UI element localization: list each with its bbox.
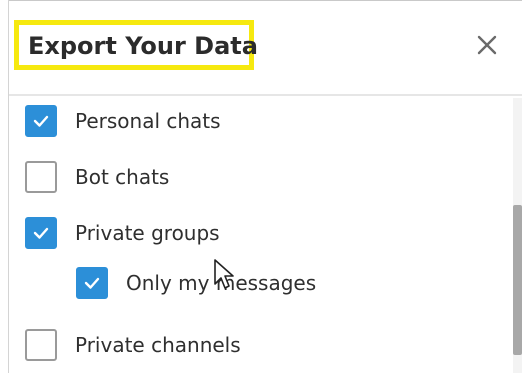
option-private-channels[interactable]: Private channels: [25, 327, 285, 363]
option-label: Bot chats: [75, 165, 170, 189]
option-only-my-messages[interactable]: Only my messages: [76, 265, 356, 301]
option-bot-chats[interactable]: Bot chats: [25, 159, 285, 195]
export-data-dialog: Export Your Data Personal chats Bot chat…: [0, 0, 522, 373]
checkbox-unchecked[interactable]: [25, 329, 57, 361]
scrollbar-thumb[interactable]: [513, 205, 522, 355]
checkmark-icon: [84, 277, 100, 289]
option-label: Personal chats: [75, 109, 221, 133]
dialog-title: Export Your Data: [28, 32, 258, 60]
close-icon: [477, 35, 497, 55]
checkbox-unchecked[interactable]: [25, 161, 57, 193]
checkbox-checked[interactable]: [76, 267, 108, 299]
dialog-left-border: [8, 0, 9, 373]
dialog-top-border: [8, 0, 522, 1]
close-button[interactable]: [470, 28, 504, 62]
header-divider: [9, 94, 522, 96]
checkmark-icon: [33, 227, 49, 239]
checkbox-checked[interactable]: [25, 105, 57, 137]
checkmark-icon: [33, 115, 49, 127]
option-personal-chats[interactable]: Personal chats: [25, 103, 285, 139]
option-private-groups[interactable]: Private groups: [25, 215, 285, 251]
option-label: Private groups: [75, 221, 220, 245]
option-label: Private channels: [75, 333, 241, 357]
checkbox-checked[interactable]: [25, 217, 57, 249]
option-label: Only my messages: [126, 271, 317, 295]
